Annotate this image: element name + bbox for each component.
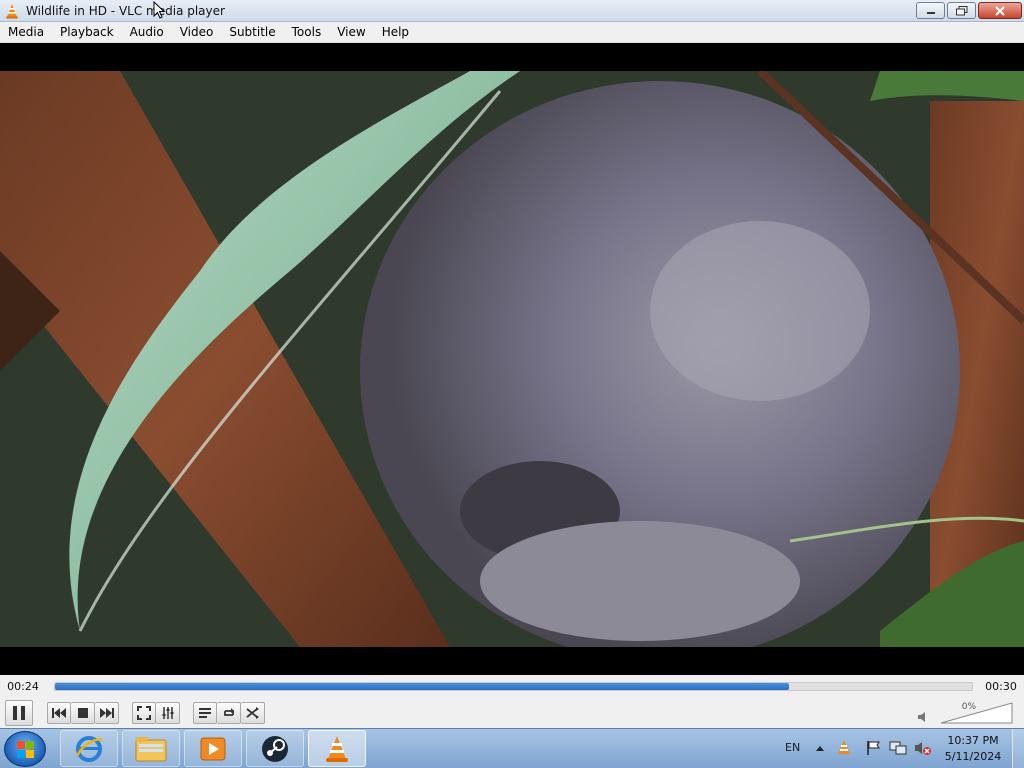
media-player-icon <box>200 737 226 760</box>
seek-progress <box>55 682 789 690</box>
close-button[interactable] <box>978 2 1022 19</box>
next-button[interactable] <box>95 701 119 724</box>
elapsed-time: 00:24 <box>7 679 39 693</box>
title-bar: Wildlife in HD - VLC media player <box>0 0 1024 22</box>
taskbar-steam[interactable] <box>246 730 304 767</box>
pause-icon <box>13 705 25 720</box>
speaker-icon[interactable] <box>918 711 930 723</box>
start-button[interactable] <box>4 731 46 767</box>
playlist-icon <box>199 707 211 718</box>
volume-slider[interactable] <box>940 701 1014 725</box>
vlc-tray-icon[interactable] <box>835 739 853 757</box>
menu-audio[interactable]: Audio <box>122 22 172 43</box>
stop-icon <box>77 707 88 718</box>
fullscreen-icon <box>137 705 151 720</box>
total-time: 00:30 <box>985 679 1017 693</box>
action-center-flag-icon[interactable] <box>866 740 882 756</box>
seek-slider[interactable] <box>54 681 973 691</box>
clock[interactable]: 10:37 PM 5/11/2024 <box>942 733 1004 765</box>
menu-playback[interactable]: Playback <box>52 22 122 43</box>
menu-subtitle[interactable]: Subtitle <box>221 22 283 43</box>
vlc-cone-icon <box>6 3 18 18</box>
steam-icon <box>262 735 288 762</box>
file-explorer-icon <box>135 736 167 761</box>
taskbar-vlc[interactable] <box>308 730 366 767</box>
video-frame <box>0 71 1024 647</box>
menu-view[interactable]: View <box>329 22 373 43</box>
menu-tools[interactable]: Tools <box>284 22 330 43</box>
show-desktop-button[interactable] <box>1012 729 1024 768</box>
speaker-muted-icon[interactable] <box>914 740 932 756</box>
seek-row: 00:24 00:30 <box>0 675 1024 697</box>
internet-explorer-icon <box>75 735 103 762</box>
shuffle-icon <box>245 706 259 719</box>
taskbar-explorer[interactable] <box>122 730 180 767</box>
loop-icon <box>223 707 234 716</box>
taskbar-ie[interactable] <box>60 730 118 767</box>
next-icon <box>99 707 114 718</box>
maximize-button[interactable] <box>947 2 976 19</box>
menu-media[interactable]: Media <box>0 22 52 43</box>
taskbar: EN 10:37 PM 5/11/2024 <box>0 728 1024 768</box>
minimize-icon <box>926 11 935 14</box>
volume-control[interactable]: 0% <box>918 699 1018 727</box>
extended-settings-icon <box>162 706 173 719</box>
previous-button[interactable] <box>47 701 71 724</box>
show-hidden-icons-icon[interactable] <box>815 744 825 752</box>
menu-bar: Media Playback Audio Video Subtitle Tool… <box>0 22 1024 43</box>
maximize-icon <box>955 5 967 15</box>
loop-button[interactable] <box>217 701 241 724</box>
video-frame-image <box>0 71 1024 647</box>
previous-icon <box>52 707 66 718</box>
windows-logo-icon <box>17 741 34 758</box>
pause-button[interactable] <box>5 699 33 726</box>
menu-help[interactable]: Help <box>374 22 417 43</box>
network-icon[interactable] <box>889 740 907 756</box>
controls-bar: 0% <box>0 697 1024 728</box>
vlc-cone-icon <box>326 735 348 762</box>
window-title: Wildlife in HD - VLC media player <box>26 3 225 18</box>
mouse-cursor-icon <box>153 1 165 19</box>
playlist-button[interactable] <box>193 701 217 724</box>
clock-time: 10:37 PM <box>947 734 999 747</box>
fullscreen-button[interactable] <box>132 701 156 724</box>
shuffle-button[interactable] <box>241 701 265 724</box>
taskbar-media-player[interactable] <box>184 730 242 767</box>
minimize-button[interactable] <box>916 2 945 19</box>
language-indicator[interactable]: EN <box>785 741 800 754</box>
extended-settings-button[interactable] <box>156 701 180 724</box>
video-area[interactable] <box>0 43 1024 675</box>
stop-button[interactable] <box>71 701 95 724</box>
close-icon <box>995 5 1005 16</box>
clock-date: 5/11/2024 <box>944 750 1002 763</box>
menu-video[interactable]: Video <box>172 22 222 43</box>
